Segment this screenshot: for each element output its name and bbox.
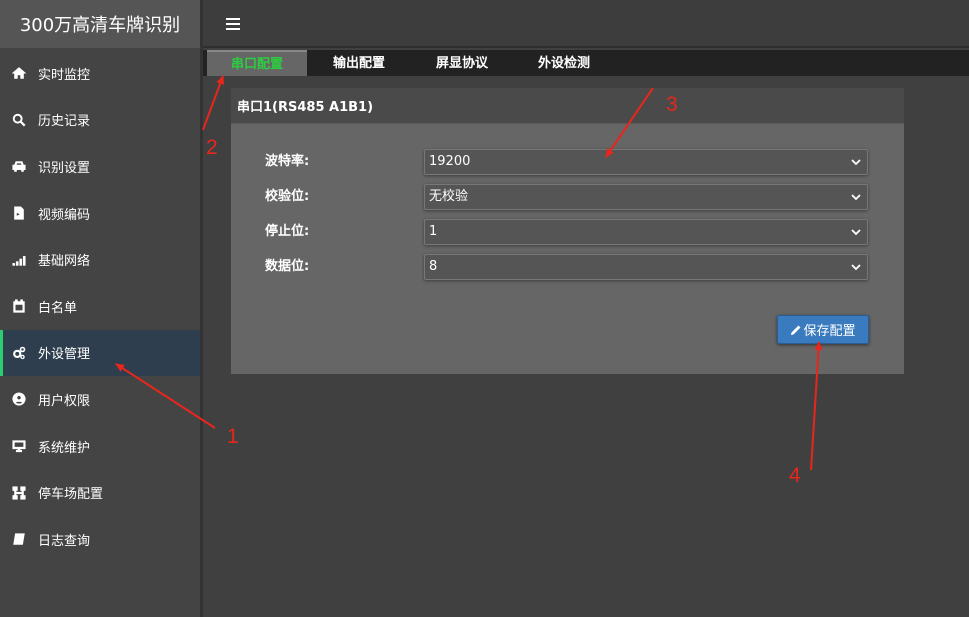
file-video-icon bbox=[10, 205, 28, 221]
parity-select[interactable]: 无校验 bbox=[424, 184, 868, 210]
sidebar-item-parking-config[interactable]: 停车场配置 bbox=[0, 469, 200, 516]
form-row-baud-rate: 波特率: 19200 bbox=[231, 149, 904, 175]
sidebar-item-label: 视频编码 bbox=[38, 207, 91, 223]
save-config-label: 保存配置 bbox=[803, 324, 856, 339]
data-bits-select[interactable]: 8 bbox=[424, 254, 868, 280]
annotation-number-2: 2 bbox=[206, 136, 218, 159]
sidebar-item-label: 外设管理 bbox=[38, 347, 91, 363]
sidebar-item-label: 实时监控 bbox=[38, 67, 91, 83]
sidebar-item-recognition-settings[interactable]: 识别设置 bbox=[0, 143, 200, 190]
chevron-down-icon bbox=[851, 264, 861, 271]
sidebar-menu: 实时监控 历史记录 识别设置 视频编码 基础网络 白名单 外设管理 用户权限 系… bbox=[0, 50, 200, 563]
sidebar-item-label: 日志查询 bbox=[38, 533, 91, 549]
chevron-down-icon bbox=[851, 229, 861, 236]
home-icon bbox=[10, 65, 28, 81]
annotation-number-1: 1 bbox=[227, 425, 239, 448]
sidebar-item-realtime-monitor[interactable]: 实时监控 bbox=[0, 50, 200, 97]
tab-bar: 串口配置 输出配置 屏显协议 外设检测 bbox=[203, 50, 969, 76]
gears-icon bbox=[10, 345, 28, 361]
sidebar-item-label: 停车场配置 bbox=[38, 487, 104, 503]
sidebar-item-label: 识别设置 bbox=[38, 160, 91, 176]
tab-peripheral-detection[interactable]: 外设检测 bbox=[521, 50, 607, 76]
serial-config-panel: 串口1(RS485 A1B1) 波特率: 19200 校验位: 无校验 停止位:… bbox=[231, 88, 904, 374]
data-bits-value: 8 bbox=[429, 259, 438, 274]
parity-value: 无校验 bbox=[429, 189, 469, 204]
menu-toggle-icon[interactable] bbox=[226, 18, 240, 30]
stop-bits-value: 1 bbox=[429, 224, 438, 239]
chevron-down-icon bbox=[851, 159, 861, 166]
sidebar-item-label: 白名单 bbox=[38, 300, 78, 316]
monitor-icon bbox=[10, 438, 28, 454]
sidebar-item-peripheral-management[interactable]: 外设管理 bbox=[0, 329, 200, 377]
stop-bits-label: 停止位: bbox=[265, 224, 310, 239]
tab-output-config[interactable]: 输出配置 bbox=[315, 50, 403, 76]
top-bar bbox=[203, 0, 969, 48]
search-icon bbox=[10, 112, 28, 128]
stop-bits-select[interactable]: 1 bbox=[424, 219, 868, 245]
parity-label: 校验位: bbox=[265, 189, 310, 204]
sidebar-item-log-query[interactable]: 日志查询 bbox=[0, 516, 200, 563]
chevron-down-icon bbox=[851, 194, 861, 201]
tab-display-protocol[interactable]: 屏显协议 bbox=[417, 50, 507, 76]
signal-icon bbox=[10, 252, 28, 268]
user-circle-icon bbox=[10, 391, 28, 407]
annotation-arrow-2 bbox=[202, 75, 224, 131]
sidebar-item-video-encoding[interactable]: 视频编码 bbox=[0, 190, 200, 237]
sidebar-item-history[interactable]: 历史记录 bbox=[0, 97, 200, 144]
app-title: 300万高清车牌识别 bbox=[0, 0, 200, 48]
save-config-button[interactable]: 保存配置 bbox=[777, 315, 869, 344]
form-row-parity: 校验位: 无校验 bbox=[231, 184, 904, 210]
form-row-stop-bits: 停止位: 1 bbox=[231, 219, 904, 245]
annotation-number-3: 3 bbox=[666, 93, 678, 116]
sidebar-item-label: 历史记录 bbox=[38, 114, 91, 130]
sidebar-item-label: 基础网络 bbox=[38, 254, 91, 270]
sidebar-item-label: 用户权限 bbox=[38, 393, 91, 409]
form-row-data-bits: 数据位: 8 bbox=[231, 254, 904, 280]
sidebar: 300万高清车牌识别 实时监控 历史记录 识别设置 视频编码 基础网络 白名单 … bbox=[0, 0, 200, 617]
baud-rate-select[interactable]: 19200 bbox=[424, 149, 868, 175]
calendar-icon bbox=[10, 298, 28, 314]
data-bits-label: 数据位: bbox=[265, 259, 310, 274]
sidebar-item-whitelist[interactable]: 白名单 bbox=[0, 283, 200, 330]
sidebar-divider bbox=[200, 0, 203, 617]
pencil-icon bbox=[791, 325, 801, 335]
annotation-number-4: 4 bbox=[789, 464, 801, 487]
sidebar-item-label: 系统维护 bbox=[38, 440, 91, 456]
network-icon bbox=[10, 485, 28, 501]
baud-rate-label: 波特率: bbox=[265, 154, 310, 169]
baud-rate-value: 19200 bbox=[429, 154, 471, 169]
book-icon bbox=[10, 531, 28, 547]
sidebar-item-system-maintenance[interactable]: 系统维护 bbox=[0, 423, 200, 470]
sidebar-item-basic-network[interactable]: 基础网络 bbox=[0, 236, 200, 283]
sidebar-item-user-permissions[interactable]: 用户权限 bbox=[0, 376, 200, 423]
tab-serial-config[interactable]: 串口配置 bbox=[207, 50, 307, 76]
car-icon bbox=[10, 158, 28, 174]
panel-title: 串口1(RS485 A1B1) bbox=[231, 88, 904, 124]
